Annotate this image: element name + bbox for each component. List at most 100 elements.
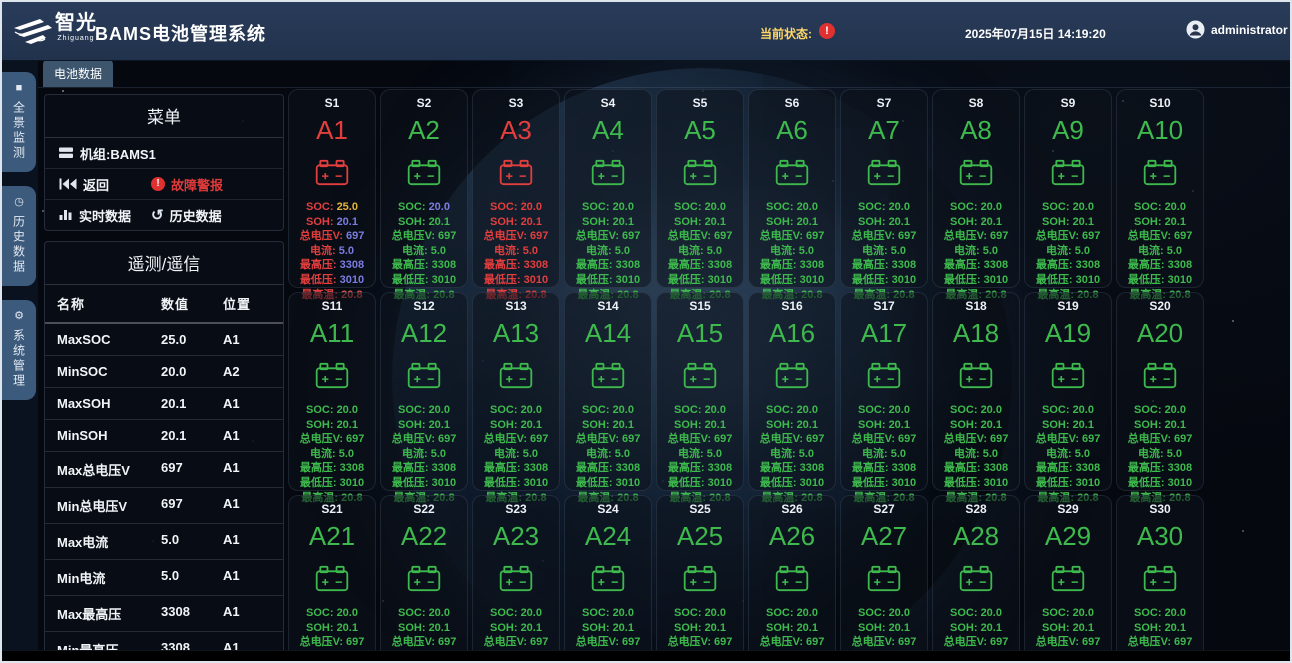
battery-icon bbox=[590, 565, 626, 592]
back-button[interactable]: 返回 bbox=[59, 175, 109, 194]
battery-card[interactable]: S22 A22 SOC: 20.0SOH: 20.1总电压V: 697电流: 5… bbox=[380, 495, 468, 663]
card-battery-name: A3 bbox=[473, 115, 559, 146]
battery-card[interactable]: S2 A2 SOC: 20.0SOH: 20.1总电压V: 697电流: 5.0… bbox=[380, 89, 468, 288]
card-field-row: 电流: 5.0 bbox=[657, 244, 743, 259]
card-battery-name: A14 bbox=[565, 318, 651, 349]
fault-alarm-button[interactable]: ! 故障警报 bbox=[151, 169, 223, 199]
field-label: SOC: bbox=[306, 201, 337, 213]
field-label: 电流: bbox=[402, 245, 431, 257]
battery-card[interactable]: S26 A26 SOC: 20.0SOH: 20.1总电压V: 697电流: 5… bbox=[748, 495, 836, 663]
row-name: MaxSOH bbox=[57, 396, 161, 411]
field-value: 20.0 bbox=[705, 607, 726, 619]
card-field-row: 总电压V: 697 bbox=[749, 635, 835, 650]
row-location: A1 bbox=[223, 532, 283, 551]
realtime-data-button[interactable]: 实时数据 bbox=[59, 206, 131, 225]
field-label: SOH: bbox=[398, 216, 429, 228]
card-field-row: SOC: 20.0 bbox=[933, 606, 1019, 621]
card-field-row: SOC: 20.0 bbox=[841, 200, 927, 215]
battery-card[interactable]: S4 A4 SOC: 20.0SOH: 20.1总电压V: 697电流: 5.0… bbox=[564, 89, 652, 288]
field-value: 3308 bbox=[524, 259, 548, 271]
card-field-row: SOC: 20.0 bbox=[749, 200, 835, 215]
card-field-row: 电流: 5.0 bbox=[1025, 447, 1111, 462]
battery-card[interactable]: S5 A5 SOC: 20.0SOH: 20.1总电压V: 697电流: 5.0… bbox=[656, 89, 744, 288]
battery-card[interactable]: S14 A14 SOC: 20.0SOH: 20.1总电压V: 697电流: 5… bbox=[564, 292, 652, 491]
battery-card[interactable]: S28 A28 SOC: 20.0SOH: 20.1总电压V: 697电流: 5… bbox=[932, 495, 1020, 663]
field-value: 697 bbox=[346, 433, 364, 445]
battery-card[interactable]: S17 A17 SOC: 20.0SOH: 20.1总电压V: 697电流: 5… bbox=[840, 292, 928, 491]
field-label: 总电压V: bbox=[484, 433, 530, 445]
field-value: 20.1 bbox=[797, 216, 818, 228]
table-row: MaxSOC 25.0 A1 bbox=[45, 324, 283, 356]
sidebar-tab-1[interactable]: ■全景监测 bbox=[2, 72, 36, 172]
card-field-row: 总电压V: 697 bbox=[841, 432, 927, 447]
battery-card[interactable]: S3 A3 SOC: 20.0SOH: 20.1总电压V: 697电流: 5.0… bbox=[472, 89, 560, 288]
field-label: SOH: bbox=[1134, 622, 1165, 634]
card-field-row: SOH: 20.1 bbox=[657, 418, 743, 433]
card-battery-name: A21 bbox=[289, 521, 375, 552]
battery-card[interactable]: S30 A30 SOC: 20.0SOH: 20.1总电压V: 697电流: 5… bbox=[1116, 495, 1204, 663]
battery-card[interactable]: S27 A27 SOC: 20.0SOH: 20.1总电压V: 697电流: 5… bbox=[840, 495, 928, 663]
field-value: 697 bbox=[990, 433, 1008, 445]
battery-card[interactable]: S13 A13 SOC: 20.0SOH: 20.1总电压V: 697电流: 5… bbox=[472, 292, 560, 491]
battery-card[interactable]: S12 A12 SOC: 20.0SOH: 20.1总电压V: 697电流: 5… bbox=[380, 292, 468, 491]
battery-card[interactable]: S19 A19 SOC: 20.0SOH: 20.1总电压V: 697电流: 5… bbox=[1024, 292, 1112, 491]
card-field-row: SOH: 20.1 bbox=[749, 215, 835, 230]
row-value: 5.0 bbox=[161, 532, 223, 551]
status-alarm-icon[interactable]: ! bbox=[819, 23, 835, 39]
battery-card[interactable]: S15 A15 SOC: 20.0SOH: 20.1总电压V: 697电流: 5… bbox=[656, 292, 744, 491]
card-field-row: SOH: 20.1 bbox=[473, 621, 559, 636]
card-field-row: 最高压: 3308 bbox=[749, 258, 835, 273]
card-field-row: 最高压: 3308 bbox=[1117, 461, 1203, 476]
battery-card[interactable]: S29 A29 SOC: 20.0SOH: 20.1总电压V: 697电流: 5… bbox=[1024, 495, 1112, 663]
sidebar-tab-2[interactable]: ◷历史数据 bbox=[2, 186, 36, 286]
battery-card[interactable]: S20 A20 SOC: 20.0SOH: 20.1总电压V: 697电流: 5… bbox=[1116, 292, 1204, 491]
field-value: 20.1 bbox=[981, 419, 1002, 431]
tab-battery-data[interactable]: 电池数据 bbox=[43, 60, 113, 87]
battery-card[interactable]: S24 A24 SOC: 20.0SOH: 20.1总电压V: 697电流: 5… bbox=[564, 495, 652, 663]
battery-card[interactable]: S9 A9 SOC: 20.0SOH: 20.1总电压V: 697电流: 5.0… bbox=[1024, 89, 1112, 288]
status-label: 当前状态: bbox=[760, 25, 812, 42]
card-fields: SOC: 20.0SOH: 20.1总电压V: 697电流: 5.0最高压: 3… bbox=[381, 403, 467, 505]
card-field-row: 最高压: 3308 bbox=[749, 461, 835, 476]
card-field-row: 总电压V: 697 bbox=[657, 432, 743, 447]
card-field-row: SOC: 20.0 bbox=[381, 403, 467, 418]
battery-card[interactable]: S11 A11 SOC: 20.0SOH: 20.1总电压V: 697电流: 5… bbox=[288, 292, 376, 491]
battery-card[interactable]: S10 A10 SOC: 20.0SOH: 20.1总电压V: 697电流: 5… bbox=[1116, 89, 1204, 288]
battery-card[interactable]: S16 A16 SOC: 20.0SOH: 20.1总电压V: 697电流: 5… bbox=[748, 292, 836, 491]
field-label: 最高压: bbox=[1128, 259, 1168, 271]
unit-menu-item[interactable]: 机组:BAMS1 bbox=[59, 144, 156, 163]
card-battery-name: A23 bbox=[473, 521, 559, 552]
battery-card[interactable]: S7 A7 SOC: 20.0SOH: 20.1总电压V: 697电流: 5.0… bbox=[840, 89, 928, 288]
card-field-row: 最低压: 3010 bbox=[289, 476, 375, 491]
battery-card[interactable]: S6 A6 SOC: 20.0SOH: 20.1总电压V: 697电流: 5.0… bbox=[748, 89, 836, 288]
field-value: 697 bbox=[990, 636, 1008, 648]
card-field-row: 电流: 5.0 bbox=[565, 447, 651, 462]
main-content: 菜单 机组:BAMS1 bbox=[38, 87, 1290, 651]
field-label: 最高压: bbox=[576, 462, 616, 474]
card-field-row: 总电压V: 697 bbox=[289, 635, 375, 650]
user-menu[interactable]: administrator bbox=[1186, 20, 1288, 39]
battery-icon bbox=[1142, 565, 1178, 592]
field-label: 总电压V: bbox=[852, 433, 898, 445]
field-value: 3308 bbox=[708, 259, 732, 271]
field-value: 3308 bbox=[984, 259, 1008, 271]
field-value: 20.0 bbox=[429, 201, 450, 213]
card-battery-name: A8 bbox=[933, 115, 1019, 146]
battery-card[interactable]: S21 A21 SOC: 20.0SOH: 20.1总电压V: 697电流: 5… bbox=[288, 495, 376, 663]
datetime-display: 2025年07月15日 14:19:20 bbox=[965, 25, 1106, 42]
battery-card[interactable]: S18 A18 SOC: 20.0SOH: 20.1总电压V: 697电流: 5… bbox=[932, 292, 1020, 491]
field-value: 697 bbox=[1174, 433, 1192, 445]
sidebar-tab-3[interactable]: ⚙系统管理 bbox=[2, 300, 36, 400]
card-field-row: SOC: 20.0 bbox=[1117, 606, 1203, 621]
history-data-button[interactable]: ↺ 历史数据 bbox=[151, 200, 222, 230]
field-value: 3010 bbox=[616, 274, 640, 286]
field-value: 697 bbox=[1082, 636, 1100, 648]
battery-card[interactable]: S25 A25 SOC: 20.0SOH: 20.1总电压V: 697电流: 5… bbox=[656, 495, 744, 663]
card-battery-name: A24 bbox=[565, 521, 651, 552]
battery-icon bbox=[774, 565, 810, 592]
field-value: 3308 bbox=[984, 462, 1008, 474]
field-value: 20.0 bbox=[797, 607, 818, 619]
battery-card[interactable]: S23 A23 SOC: 20.0SOH: 20.1总电压V: 697电流: 5… bbox=[472, 495, 560, 663]
battery-card[interactable]: S1 A1 SOC: 25.0SOH: 20.1总电压V: 697电流: 5.0… bbox=[288, 89, 376, 288]
battery-card[interactable]: S8 A8 SOC: 20.0SOH: 20.1总电压V: 697电流: 5.0… bbox=[932, 89, 1020, 288]
